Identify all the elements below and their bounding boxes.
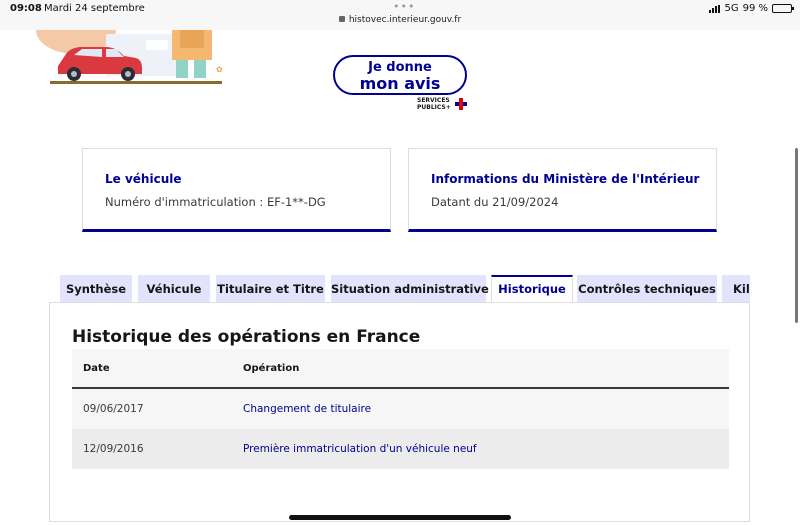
logo-line1: SERVICES	[417, 97, 450, 104]
network-label: 5G	[724, 3, 739, 14]
table-row: 12/09/2016 Première immatriculation d'un…	[72, 429, 729, 469]
services-publics-cross-icon	[455, 98, 467, 110]
table-header: Date Opération	[72, 349, 729, 389]
tab-historique[interactable]: Historique	[491, 275, 573, 303]
tab-synthese[interactable]: Synthèse	[60, 275, 132, 303]
history-title: Historique des opérations en France	[72, 327, 421, 347]
row-date: 09/06/2017	[83, 403, 144, 415]
lock-icon	[338, 16, 345, 22]
history-table: Date Opération 09/06/2017 Changement de …	[72, 349, 729, 469]
row-operation: Changement de titulaire	[243, 403, 372, 415]
address-url: histovec.interieur.gouv.fr	[348, 15, 462, 25]
vehicle-card-plate: Numéro d'immatriculation : EF-1**-DG	[105, 195, 326, 209]
car-illustration-icon: ✿	[36, 30, 223, 84]
battery-icon	[772, 4, 794, 13]
home-indicator[interactable]	[289, 515, 511, 520]
column-operation: Opération	[243, 363, 300, 374]
row-operation: Première immatriculation d'un véhicule n…	[243, 443, 477, 455]
feedback-line1: Je donne	[368, 60, 432, 75]
feedback-line2: mon avis	[359, 74, 441, 93]
tab-titulaire[interactable]: Titulaire et Titre	[216, 275, 325, 303]
logo-line2: PUBLICS+	[417, 104, 451, 111]
status-right: 5G 99 %	[709, 3, 794, 14]
tab-controles-techniques[interactable]: Contrôles techniques	[577, 275, 717, 303]
feedback-block: Je donne mon avis SERVICES PUBLICS+	[333, 55, 473, 111]
scrollbar[interactable]	[795, 148, 798, 323]
tab-bar: Synthèse Véhicule Titulaire et Titre Sit…	[60, 275, 750, 303]
battery-label: 99 %	[742, 3, 768, 14]
vehicle-card: Le véhicule Numéro d'immatriculation : E…	[82, 148, 391, 232]
status-date: Mardi 24 septembre	[44, 3, 145, 14]
address-bar[interactable]: histovec.interieur.gouv.fr	[0, 15, 800, 25]
signal-icon	[709, 4, 721, 13]
header-illustration: ✿	[36, 30, 236, 86]
feedback-button[interactable]: Je donne mon avis	[333, 55, 467, 95]
table-row: 09/06/2017 Changement de titulaire	[72, 389, 729, 429]
svg-text:✿: ✿	[216, 65, 223, 74]
ministry-card-title: Informations du Ministère de l'Intérieur	[431, 172, 700, 186]
status-bar: 09:08 Mardi 24 septembre ••• histovec.in…	[0, 0, 800, 30]
tab-kilometrage[interactable]: Kilométrage	[722, 275, 750, 303]
tab-vehicule[interactable]: Véhicule	[138, 275, 210, 303]
services-publics-logo: SERVICES PUBLICS+	[417, 97, 451, 111]
ministry-card-date: Datant du 21/09/2024	[431, 195, 559, 209]
vehicle-card-title: Le véhicule	[105, 172, 182, 186]
status-time: 09:08	[10, 3, 42, 14]
ministry-info-card: Informations du Ministère de l'Intérieur…	[408, 148, 717, 232]
history-panel: Historique des opérations en France Date…	[49, 302, 750, 522]
more-dots-icon[interactable]: •••	[393, 0, 415, 13]
column-date: Date	[83, 363, 110, 374]
tab-situation-administrative[interactable]: Situation administrative	[331, 275, 489, 303]
row-date: 12/09/2016	[83, 443, 144, 455]
